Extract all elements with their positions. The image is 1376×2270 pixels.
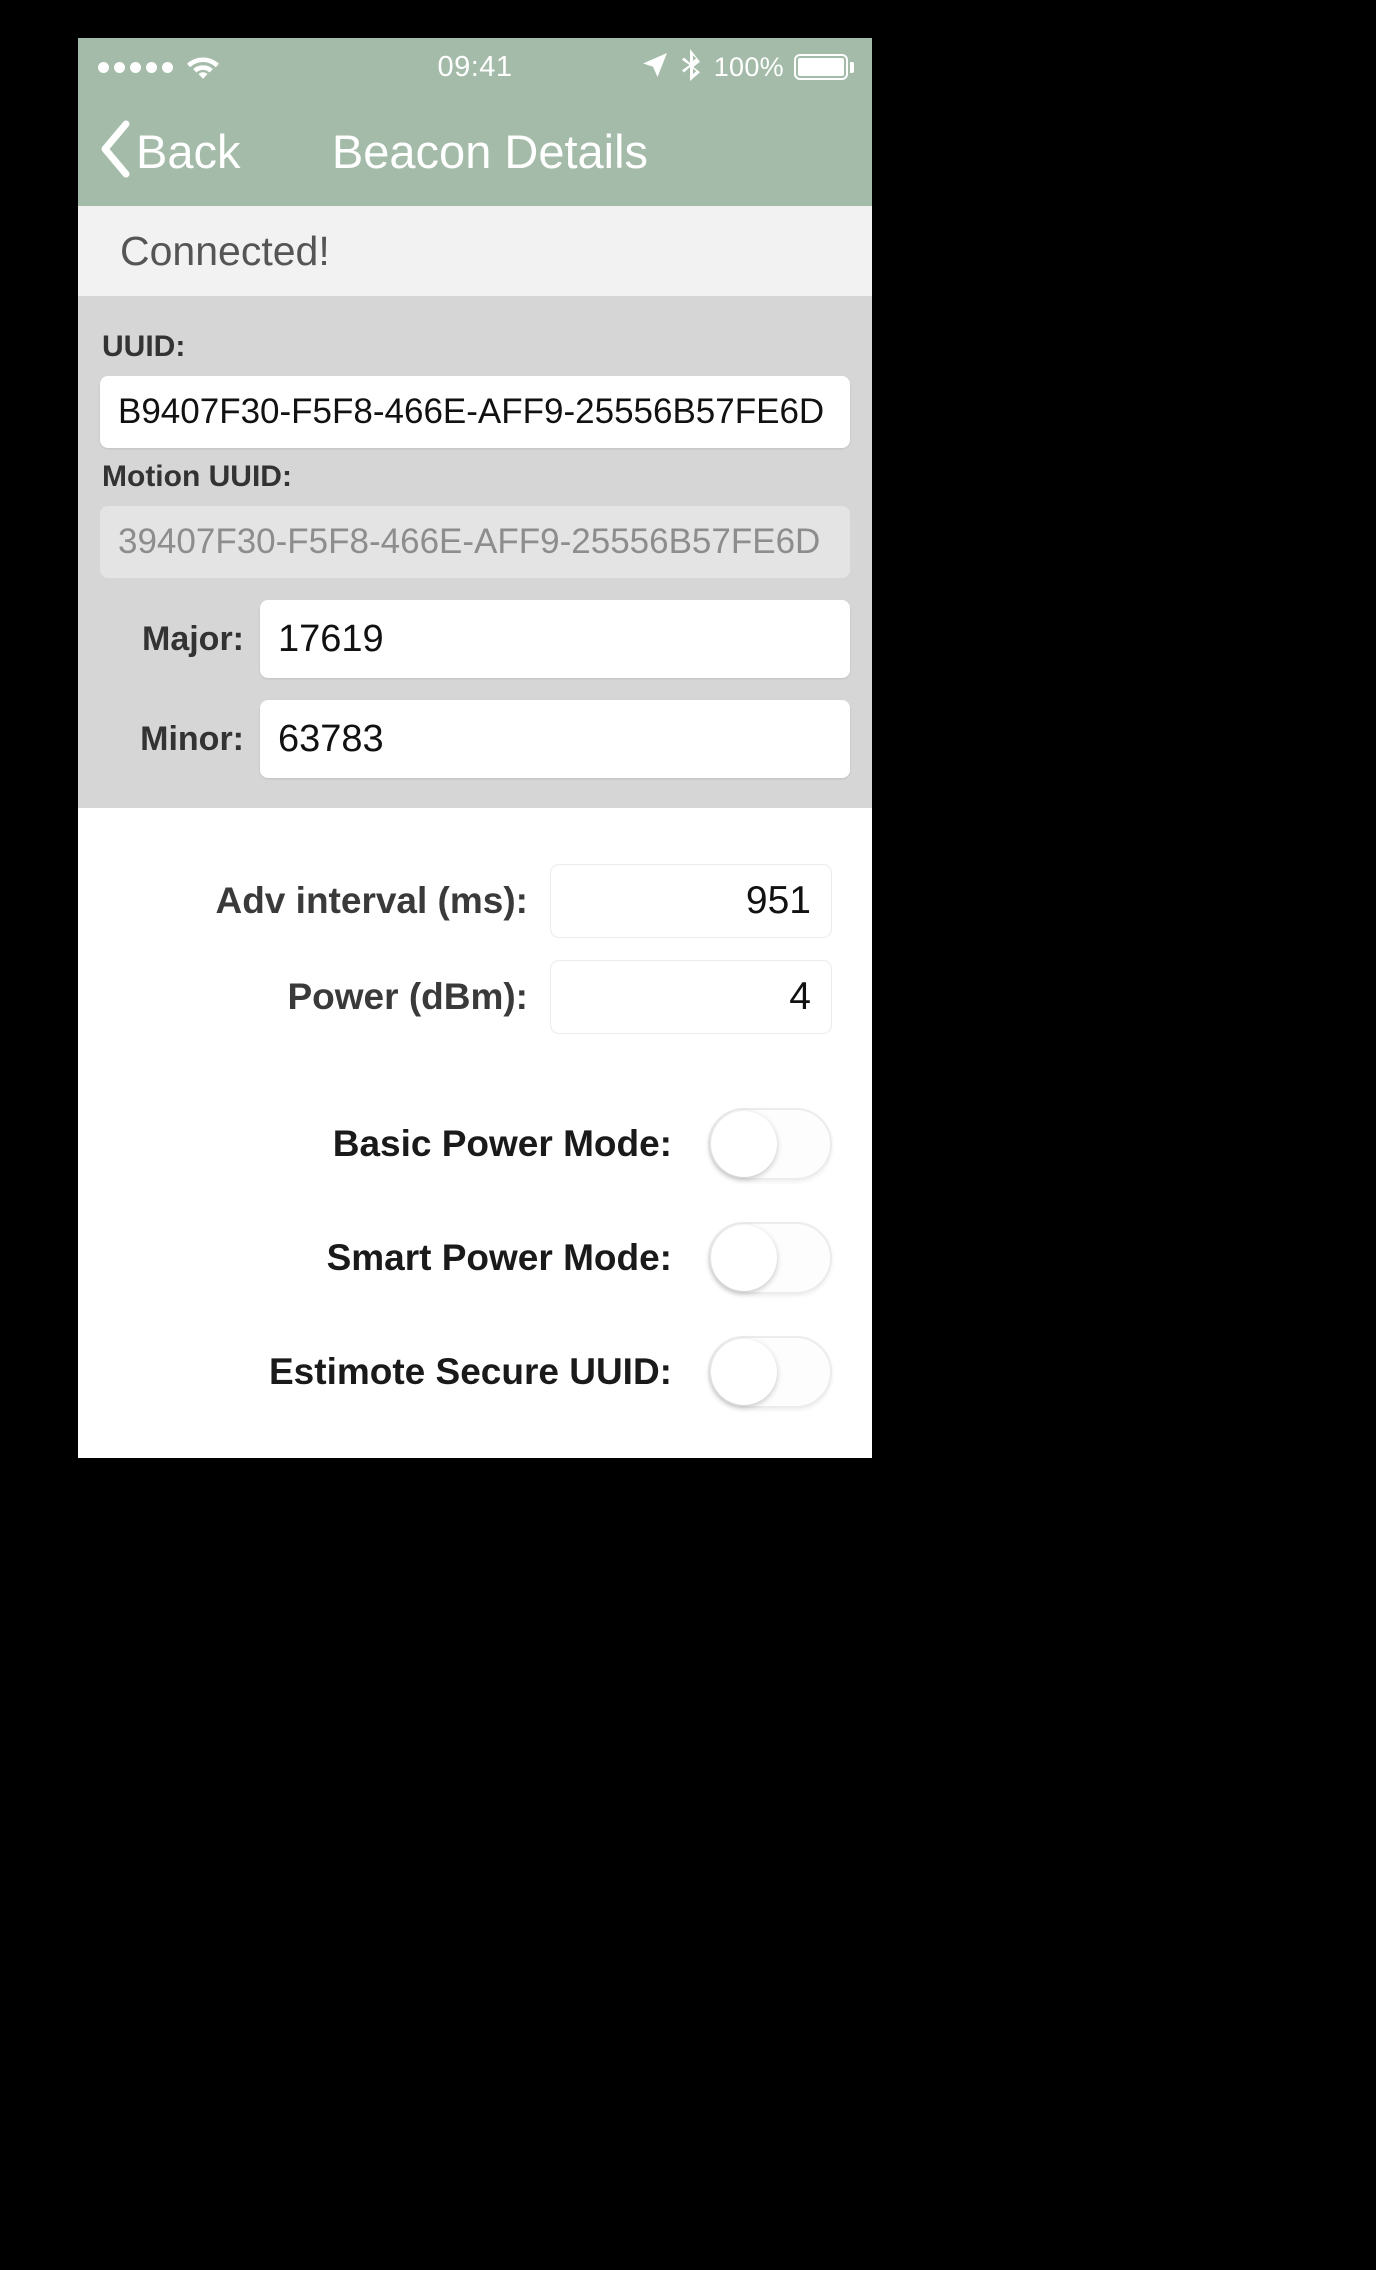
connection-status-text: Connected! — [120, 227, 330, 274]
beacon-identity-section: UUID: B9407F30-F5F8-466E-AFF9-25556B57FE… — [78, 296, 872, 808]
navigation-bar: Back Beacon Details — [78, 96, 872, 206]
toggle-knob — [711, 1339, 777, 1405]
motion-uuid-label: Motion UUID: — [102, 460, 292, 493]
status-bar: 09:41 100% — [78, 38, 872, 96]
estimote-secure-uuid-row: Estimote Secure UUID: — [118, 1336, 832, 1408]
basic-power-mode-toggle[interactable] — [708, 1108, 832, 1180]
location-arrow-icon — [640, 50, 670, 85]
basic-power-mode-row: Basic Power Mode: — [118, 1108, 832, 1180]
battery-icon — [794, 54, 854, 80]
status-bar-right: 100% — [640, 38, 854, 96]
uuid-label: UUID: — [102, 330, 186, 363]
smart-power-mode-toggle[interactable] — [708, 1222, 832, 1294]
power-row: Power (dBm): 4 — [118, 960, 832, 1034]
toggle-knob — [711, 1225, 777, 1291]
major-label: Major: — [142, 619, 244, 658]
estimote-secure-uuid-label: Estimote Secure UUID: — [269, 1351, 672, 1392]
minor-input[interactable]: 63783 — [260, 700, 850, 778]
toggle-knob — [711, 1111, 777, 1177]
major-row: Major: 17619 — [100, 600, 850, 678]
estimote-secure-uuid-toggle[interactable] — [708, 1336, 832, 1408]
uuid-input[interactable]: B9407F30-F5F8-466E-AFF9-25556B57FE6D — [100, 376, 850, 448]
minor-label: Minor: — [140, 719, 244, 758]
major-input[interactable]: 17619 — [260, 600, 850, 678]
adv-interval-label: Adv interval (ms): — [215, 880, 528, 921]
motion-uuid-input[interactable]: 39407F30-F5F8-466E-AFF9-25556B57FE6D — [100, 506, 850, 578]
minor-row: Minor: 63783 — [100, 700, 850, 778]
adv-interval-input[interactable]: 951 — [550, 864, 832, 938]
power-label: Power (dBm): — [287, 976, 529, 1017]
phone-screen: 09:41 100% Back Beacon Details Connected… — [78, 38, 872, 1458]
page-title: Beacon Details — [331, 124, 649, 178]
power-mode-toggles: Basic Power Mode: Smart Power Mode: Esti… — [118, 1108, 832, 1408]
adv-interval-row: Adv interval (ms): 951 — [118, 864, 832, 938]
bluetooth-icon — [680, 48, 704, 87]
smart-power-mode-label: Smart Power Mode: — [326, 1237, 672, 1278]
connection-status-banner: Connected! — [78, 206, 872, 296]
power-input[interactable]: 4 — [550, 960, 832, 1034]
smart-power-mode-row: Smart Power Mode: — [118, 1222, 832, 1294]
basic-power-mode-label: Basic Power Mode: — [332, 1123, 672, 1164]
beacon-settings-section: Adv interval (ms): 951 Power (dBm): 4 Ba… — [78, 808, 872, 1408]
battery-percentage-label: 100% — [713, 51, 784, 82]
